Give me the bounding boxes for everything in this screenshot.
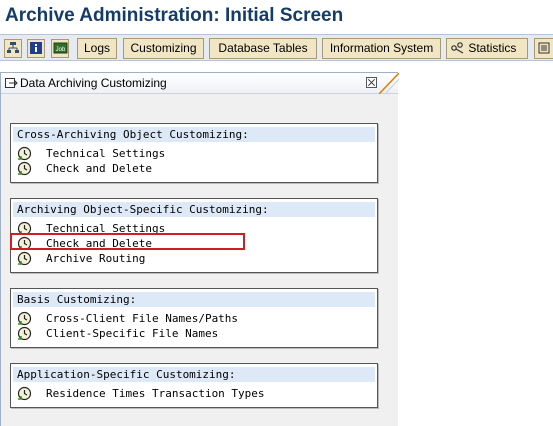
group-title: Cross-Archiving Object Customizing: [13,127,375,142]
item-label: Residence Times Transaction Types [46,387,265,400]
application-toolbar: Job Logs Customizing Database Tables Inf… [0,34,553,61]
more-button[interactable] [534,38,553,59]
group-application-specific: Application-Specific Customizing: Reside… [10,363,378,408]
panel-title: Data Archiving Customizing [20,76,167,90]
panel-close-icon[interactable] [366,77,377,88]
logs-button[interactable]: Logs [77,38,117,59]
statistics-label: Statistics [468,41,517,55]
title-bar: Archive Administration: Initial Screen [0,0,553,34]
item-label: Client-Specific File Names [46,327,219,340]
execute-clock-icon [17,161,32,176]
statistics-icon [451,42,464,54]
info-button[interactable] [27,39,45,58]
execute-clock-icon [17,386,32,401]
job-icon: Job [53,42,67,54]
hierarchy-button[interactable] [4,39,22,58]
execute-clock-icon [17,146,32,161]
window-title: Archive Administration: Initial Screen [5,5,344,26]
svg-text:Job: Job [55,47,65,53]
list-item-client-specific-file-names[interactable]: Client-Specific File Names [17,326,357,341]
execute-clock-icon [17,311,32,326]
panel-header: Data Archiving Customizing [1,73,399,94]
list-item-residence-times[interactable]: Residence Times Transaction Types [17,386,357,401]
group-title: Basis Customizing: [13,292,375,307]
group-title: Application-Specific Customizing: [13,367,375,382]
panel-corner-decoration [379,73,399,94]
database-tables-button[interactable]: Database Tables [209,38,317,59]
info-icon [30,42,42,54]
execute-clock-icon [17,326,32,341]
item-label: Check and Delete [46,162,152,175]
statistics-button[interactable]: Statistics [446,38,528,59]
list-item-cross-client-file-names[interactable]: Cross-Client File Names/Paths [17,311,357,326]
highlight-box [10,233,245,250]
execute-clock-icon [17,251,32,266]
list-item-archive-routing[interactable]: Archive Routing [17,251,357,266]
item-label: Technical Settings [46,147,166,160]
group-basis-customizing: Basis Customizing: Cross-Client File Nam… [10,288,378,348]
hierarchy-icon [7,42,19,53]
group-cross-archiving: Cross-Archiving Object Customizing: Tech… [10,123,378,183]
item-label: Archive Routing [46,252,146,265]
item-label: Cross-Client File Names/Paths [46,312,239,325]
more-icon [538,42,550,54]
job-button[interactable]: Job [51,39,69,58]
group-title: Archiving Object-Specific Customizing: [13,202,375,217]
list-item-check-and-delete[interactable]: Check and Delete [17,161,357,176]
panel-collapse-icon[interactable] [5,77,18,89]
information-system-button[interactable]: Information System [322,38,441,59]
customizing-button[interactable]: Customizing [123,38,204,59]
list-item-technical-settings[interactable]: Technical Settings [17,146,357,161]
